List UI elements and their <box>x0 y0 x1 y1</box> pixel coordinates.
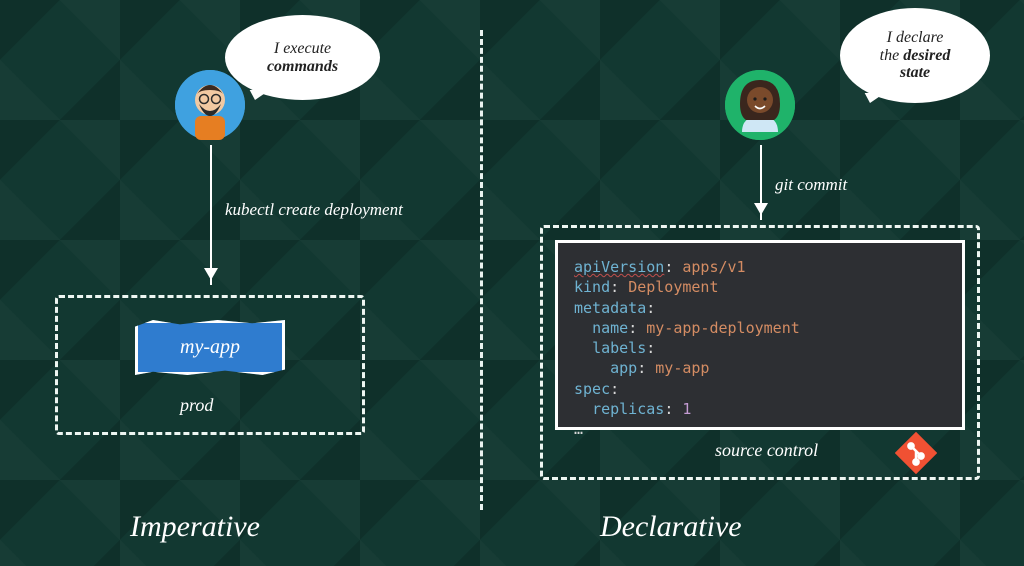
prod-caption: prod <box>180 395 213 416</box>
bubble-text-bold: commands <box>267 58 338 76</box>
speech-bubble-declarative: I declare the desired state <box>840 8 990 103</box>
arrow-gitcommit <box>760 145 762 220</box>
speech-bubble-imperative: I execute commands <box>225 15 380 100</box>
git-icon <box>895 432 937 474</box>
title-declarative: Declarative <box>600 510 742 544</box>
bubble-text: I execute <box>274 40 331 58</box>
source-control-caption: source control <box>715 440 818 461</box>
app-tile: my-app <box>135 320 285 375</box>
woman-avatar-icon <box>725 70 795 140</box>
bubble-text-row: the desired <box>880 47 951 65</box>
arrow-label-kubectl: kubectl create deployment <box>225 200 403 220</box>
app-name: my-app <box>180 336 240 359</box>
arrow-label-gitcommit: git commit <box>775 175 847 195</box>
arrow-kubectl <box>210 145 212 285</box>
bubble-text: I declare <box>887 29 944 47</box>
man-avatar-icon <box>175 70 245 140</box>
yaml-code-block: apiVersion: apps/v1 kind: Deployment met… <box>555 240 965 430</box>
title-imperative: Imperative <box>130 510 260 544</box>
bubble-text-bold: state <box>900 64 930 82</box>
vertical-divider <box>480 30 483 510</box>
